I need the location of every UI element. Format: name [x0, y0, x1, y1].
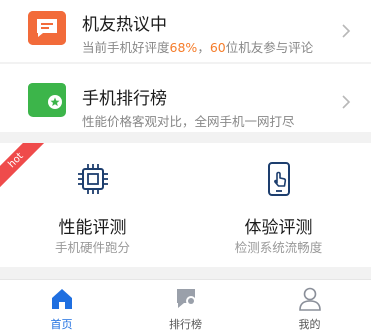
discussion-subtitle: 当前手机好评度68%，60位机友参与评论	[82, 37, 313, 56]
discussion-title: 机友热议中	[82, 15, 167, 35]
experience-test-title: 体验评测	[244, 218, 313, 238]
user-icon	[298, 287, 321, 311]
ranking-icon	[28, 83, 66, 117]
rating-percent: 68%	[169, 40, 198, 55]
subtitle-prefix: 当前手机好评度	[82, 40, 170, 55]
tab-home-label: 首页	[50, 318, 73, 331]
home-icon	[51, 289, 72, 309]
chevron-right-icon	[342, 24, 351, 38]
tab-home[interactable]: 首页	[0, 280, 123, 335]
phone-touch-icon	[267, 162, 290, 196]
subtitle-suffix: 位机友参与评论	[225, 40, 314, 55]
chip-icon	[77, 164, 108, 194]
tab-ranking[interactable]: 排行榜	[124, 280, 247, 335]
evaluation-tiles: hot 性能评测 手机硬件跑分 体验评测 检测系统流畅度	[0, 143, 371, 267]
discussion-row[interactable]: 机友热议中 当前手机好评度68%，60位机友参与评论	[0, 0, 371, 62]
subtitle-mid: ，	[197, 40, 210, 55]
performance-test-subtitle: 手机硬件跑分	[54, 240, 130, 255]
experience-test-tile[interactable]: 体验评测 检测系统流畅度	[186, 143, 371, 267]
chat-icon	[28, 11, 66, 45]
ranking-tab-icon	[176, 289, 196, 308]
performance-test-tile[interactable]: hot 性能评测 手机硬件跑分	[0, 143, 185, 267]
experience-test-subtitle: 检测系统流畅度	[234, 240, 323, 255]
performance-test-title: 性能评测	[58, 218, 127, 238]
hot-badge: hot	[0, 143, 46, 189]
ranking-subtitle: 性能价格客观对比，全网手机一网打尽	[82, 114, 295, 129]
tab-profile[interactable]: 我的	[248, 280, 371, 335]
ranking-row[interactable]: 手机排行榜 性能价格客观对比，全网手机一网打尽	[0, 64, 371, 132]
ranking-title: 手机排行榜	[82, 89, 167, 109]
chevron-right-icon	[342, 95, 351, 109]
comment-count: 60	[209, 40, 226, 55]
tab-ranking-label: 排行榜	[169, 318, 202, 331]
bottom-tab-bar: 首页 排行榜 我的	[0, 279, 371, 335]
tab-profile-label: 我的	[298, 318, 321, 331]
